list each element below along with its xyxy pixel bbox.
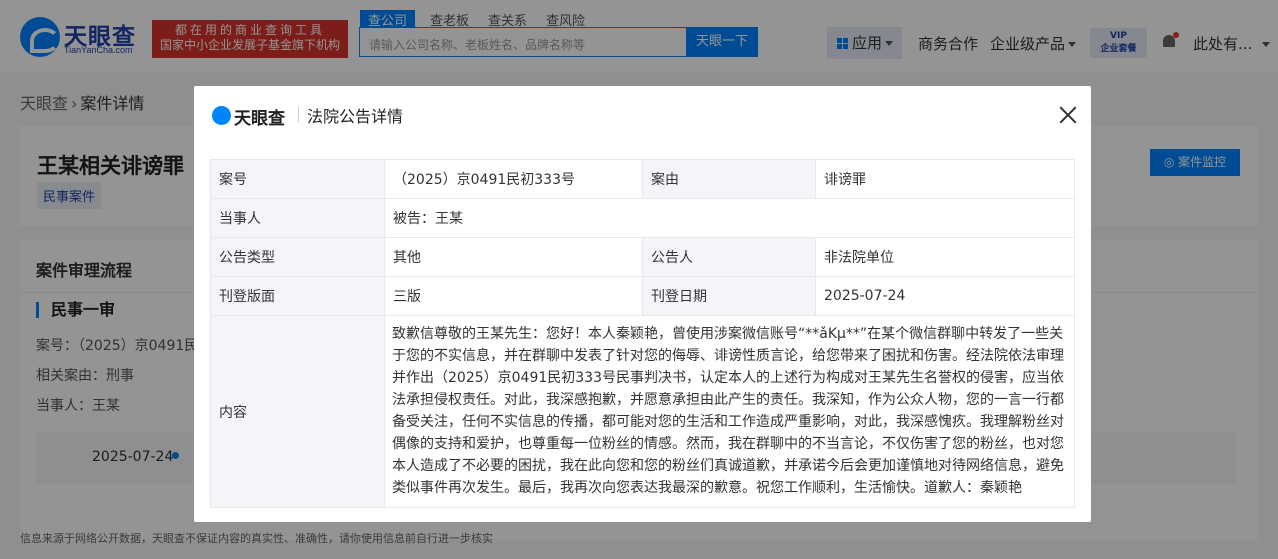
modal-logo: 天眼查 [212, 104, 290, 129]
cause-label: 案由 [642, 159, 816, 199]
notice-type-label: 公告类型 [210, 237, 385, 277]
content-label: 内容 [210, 315, 385, 508]
case-no-value: （2025）京0491民初333号 [384, 159, 643, 199]
table-row: 内容 致歉信尊敬的王某先生：您好！本人秦颖艳，曾使用涉案微信账号“**ǎKμ**… [210, 315, 1075, 508]
publish-page-value: 三版 [384, 276, 643, 316]
modal-title: 法院公告详情 [307, 107, 404, 126]
case-no-label: 案号 [210, 159, 385, 199]
notice-detail-table: 案号 （2025）京0491民初333号 案由 诽谤罪 当事人 被告：王某 公告… [210, 159, 1075, 508]
publish-date-label: 刊登日期 [642, 276, 816, 316]
notice-type-value: 其他 [384, 237, 643, 277]
close-icon[interactable] [1058, 105, 1078, 125]
publish-page-label: 刊登版面 [210, 276, 385, 316]
announcer-label: 公告人 [642, 237, 816, 277]
divider [298, 107, 299, 122]
announcer-value: 非法院单位 [815, 237, 1075, 277]
party-label: 当事人 [210, 198, 385, 238]
table-row: 当事人 被告：王某 [210, 198, 1075, 238]
table-row: 刊登版面 三版 刊登日期 2025-07-24 [210, 276, 1075, 316]
content-value: 致歉信尊敬的王某先生：您好！本人秦颖艳，曾使用涉案微信账号“**ǎKμ**”在某… [384, 315, 1075, 508]
logo-eye-icon [212, 106, 231, 125]
party-value: 被告：王某 [384, 198, 1075, 238]
cause-value: 诽谤罪 [815, 159, 1075, 199]
court-notice-modal: 天眼查 法院公告详情 案号 （2025）京0491民初333号 案由 诽谤罪 当… [194, 86, 1091, 522]
table-row: 公告类型 其他 公告人 非法院单位 [210, 237, 1075, 277]
table-row: 案号 （2025）京0491民初333号 案由 诽谤罪 [210, 159, 1075, 199]
modal-logo-text: 天眼查 [234, 109, 285, 129]
publish-date-value: 2025-07-24 [815, 276, 1075, 316]
